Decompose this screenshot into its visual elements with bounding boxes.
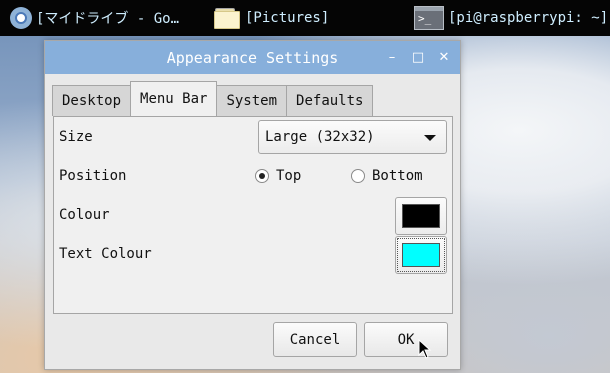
mouse-cursor-icon <box>418 339 432 359</box>
appearance-settings-window: Appearance Settings – □ ✕ Desktop Menu B… <box>44 40 461 370</box>
chevron-down-icon <box>424 135 436 141</box>
window-titlebar[interactable]: Appearance Settings – □ ✕ <box>45 41 460 74</box>
tab-desktop[interactable]: Desktop <box>52 85 132 116</box>
chromium-icon <box>10 7 32 29</box>
taskbar-item-label: [Pictures] <box>245 10 330 26</box>
cancel-button[interactable]: Cancel <box>273 322 357 357</box>
position-bottom-radio[interactable]: Bottom <box>351 168 423 184</box>
taskbar: [マイドライブ - Go… [Pictures] >_ [pi@raspberr… <box>0 0 610 36</box>
position-label: Position <box>59 168 127 184</box>
taskbar-item-label: [pi@raspberrypi: ~] <box>448 10 609 26</box>
tab-menu-bar[interactable]: Menu Bar <box>130 81 218 116</box>
taskbar-item-pictures[interactable]: [Pictures] <box>213 0 329 36</box>
tab-defaults[interactable]: Defaults <box>286 85 374 116</box>
taskbar-item-chromium[interactable]: [マイドライブ - Go… <box>10 0 179 36</box>
colour-label: Colour <box>59 207 110 223</box>
taskbar-item-label: [マイドライブ - Go… <box>36 11 180 27</box>
close-button[interactable]: ✕ <box>436 50 452 65</box>
size-label: Size <box>59 129 93 145</box>
radio-unselected-icon <box>351 169 365 183</box>
position-top-label: Top <box>276 168 302 184</box>
tab-system[interactable]: System <box>216 85 288 116</box>
window-title: Appearance Settings <box>166 48 339 67</box>
colour-picker-button[interactable] <box>395 197 447 235</box>
text-colour-picker-button[interactable] <box>395 236 447 274</box>
position-bottom-label: Bottom <box>372 168 423 184</box>
text-colour-label: Text Colour <box>59 246 152 262</box>
terminal-icon: >_ <box>414 6 444 30</box>
size-dropdown[interactable]: Large (32x32) <box>258 120 447 154</box>
folder-icon <box>213 7 241 29</box>
maximize-button[interactable]: □ <box>410 50 426 65</box>
ok-button[interactable]: OK <box>364 322 448 357</box>
text-colour-swatch <box>402 243 440 267</box>
minimize-button[interactable]: – <box>384 50 400 65</box>
menu-bar-panel: Size Large (32x32) Position Top Bottom C… <box>53 116 453 314</box>
window-controls: – □ ✕ <box>384 41 452 74</box>
settings-tabs: Desktop Menu Bar System Defaults <box>52 81 374 116</box>
taskbar-item-terminal[interactable]: >_ [pi@raspberrypi: ~] <box>414 0 608 36</box>
position-top-radio[interactable]: Top <box>255 168 301 184</box>
radio-selected-icon <box>255 169 269 183</box>
colour-swatch <box>402 204 440 228</box>
size-dropdown-value: Large (32x32) <box>265 129 375 145</box>
